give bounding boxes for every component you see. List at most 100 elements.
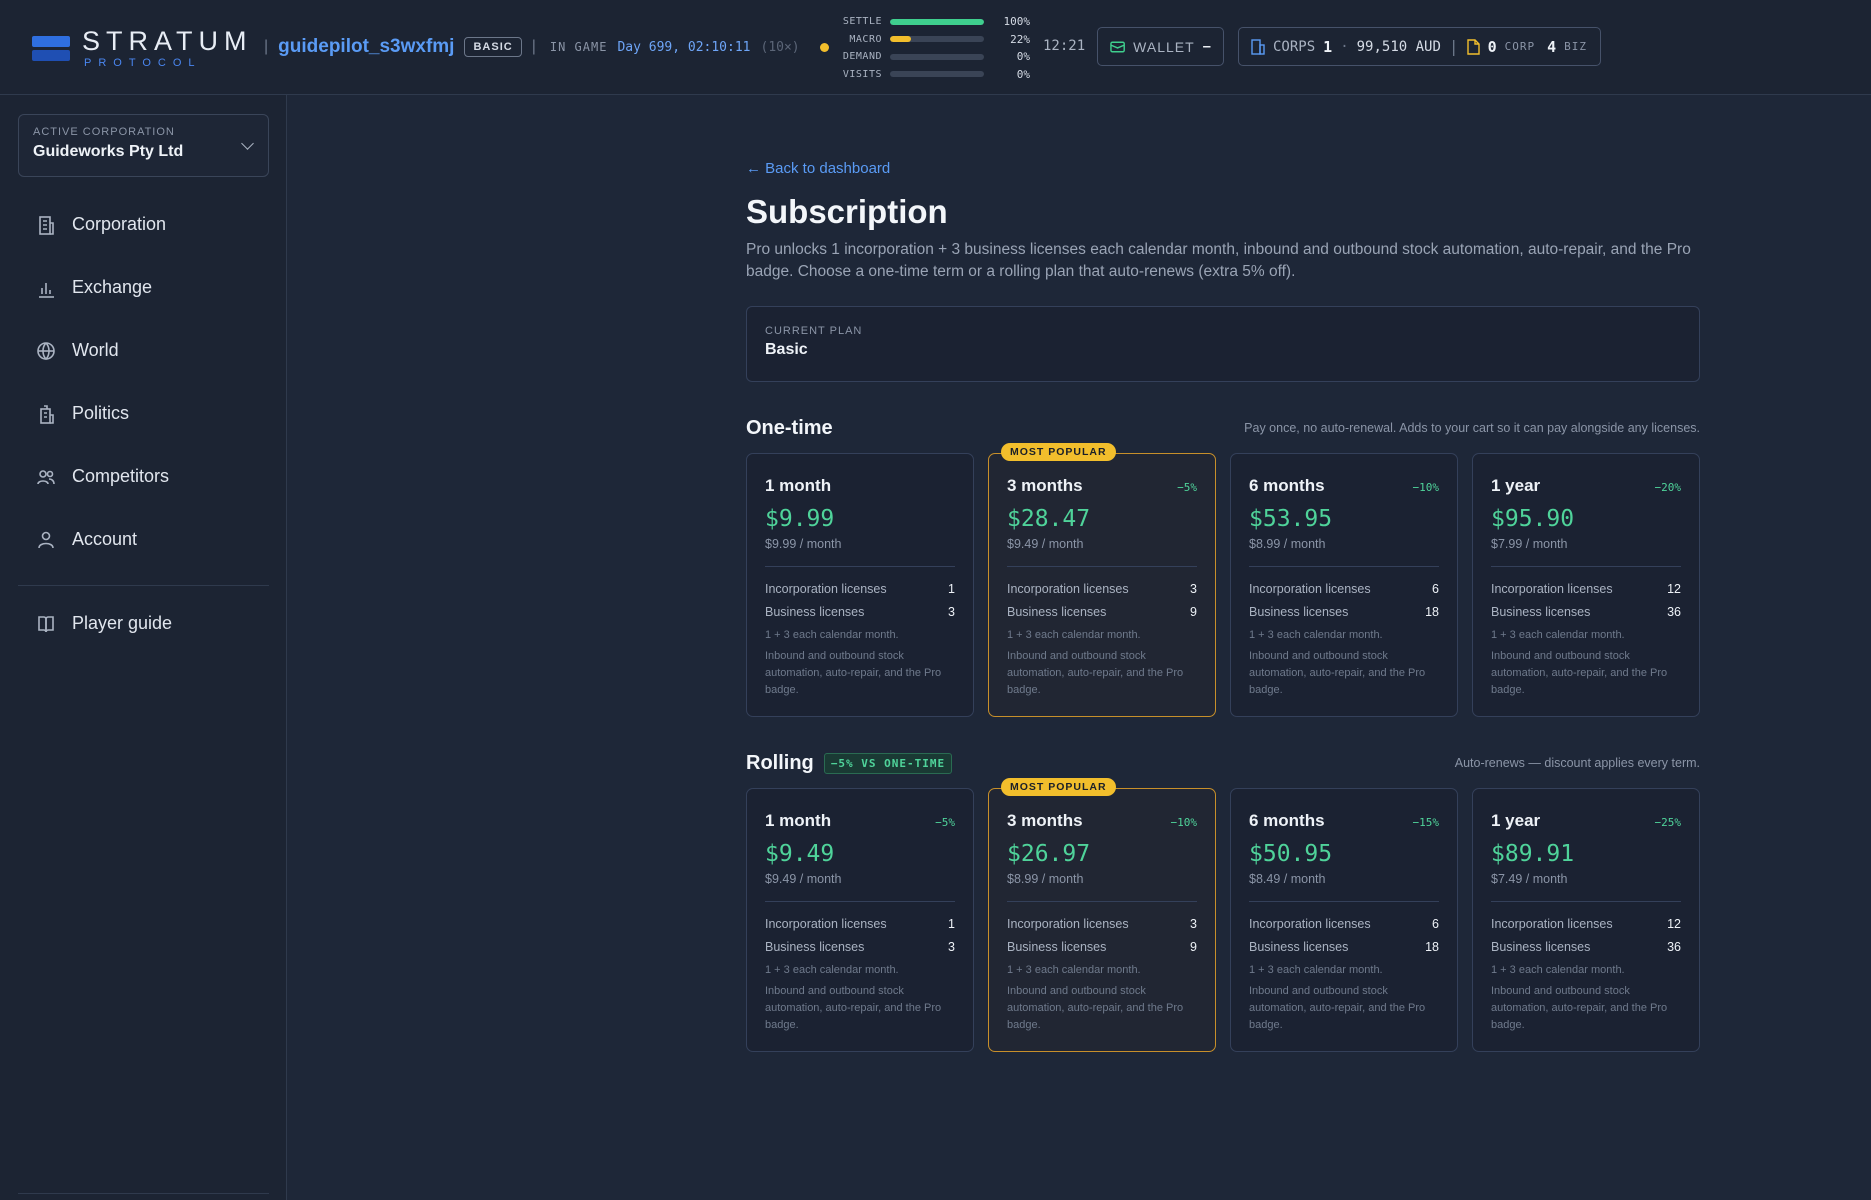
business-licenses-row: Business licenses 36 (1491, 935, 1681, 958)
divider: | (531, 38, 536, 55)
divider (1491, 901, 1681, 902)
plan-discount: −10% (1412, 481, 1440, 494)
business-licenses-row: Business licenses 36 (1491, 600, 1681, 623)
corp-unit: CORP (1504, 40, 1536, 53)
incorporation-licenses-label: Incorporation licenses (1491, 581, 1613, 596)
active-corporation-select[interactable]: ACTIVE CORPORATION Guideworks Pty Ltd (18, 114, 269, 177)
sidebar-item-politics[interactable]: Politics (18, 382, 269, 445)
plan-monthly-note: 1 + 3 each calendar month. (765, 964, 899, 976)
sidebar-item-label: Account (72, 529, 138, 549)
divider: | (1448, 37, 1459, 56)
government-icon (40, 404, 54, 424)
brand-sub: PROTOCOL (84, 57, 202, 69)
incorporation-licenses-label: Incorporation licenses (1249, 581, 1371, 596)
meter-value: 100% (1003, 15, 1031, 29)
username-link[interactable]: guidepilot_s3wxfmj (278, 36, 454, 58)
ingame-speed: (10×) (760, 39, 800, 55)
plan-card[interactable]: 1 year −20% $95.90 $7.99 / month Incorporati… (1472, 453, 1700, 717)
divider (1491, 566, 1681, 567)
sidebar-item-label: Politics (72, 403, 130, 423)
plan-price: $53.95 (1249, 506, 1333, 532)
page-description: Pro unlocks 1 incorporation + 3 business… (746, 241, 1691, 280)
one-time-section: One-time Pay once, no auto-renewal. Adds… (746, 413, 1700, 717)
business-licenses-row: Business licenses 9 (1007, 935, 1197, 958)
business-licenses-count: 36 (1667, 604, 1681, 619)
plan-features-note: Inbound and outbound stock automation, a… (1249, 650, 1426, 696)
meter-row: MACRO 22% (838, 31, 1034, 49)
incorporation-licenses-row: Incorporation licenses 6 (1249, 577, 1439, 600)
divider (765, 901, 955, 902)
rolling-section: Rolling −5% VS ONE-TIME Auto-renews — di… (746, 748, 1700, 1052)
plan-term: 3 months (1007, 476, 1083, 495)
plan-term: 1 year (1491, 811, 1541, 830)
plan-card[interactable]: 1 month −5% $9.49 $9.49 / month Incorporatio… (746, 788, 974, 1052)
meter-row: SETTLE 100% (838, 13, 1034, 31)
plan-term: 6 months (1249, 476, 1325, 495)
plan-features-note: Inbound and outbound stock automation, a… (1007, 650, 1184, 696)
top-bar: STRATUM PROTOCOL | guidepilot_s3wxfmj BA… (0, 0, 1871, 95)
current-plan-value: Basic (765, 341, 808, 358)
plan-price: $89.91 (1491, 841, 1575, 867)
incorporation-licenses-label: Incorporation licenses (1007, 916, 1129, 931)
sidebar-item-player-guide[interactable]: Player guide (18, 592, 269, 655)
incorporation-licenses-count: 12 (1667, 916, 1681, 931)
divider: | (264, 38, 269, 55)
page-title: Subscription (746, 193, 948, 230)
plan-card[interactable]: 6 months −10% $53.95 $8.99 / month Incorpora… (1230, 453, 1458, 717)
users-icon (37, 469, 55, 484)
meter-label: MACRO (849, 33, 882, 45)
incorporation-licenses-row: Incorporation licenses 12 (1491, 912, 1681, 935)
plan-features-note: Inbound and outbound stock automation, a… (765, 650, 942, 696)
corps-count: 1 (1323, 37, 1333, 56)
meters-panel: SETTLE 100% MACRO 22% DEMAND 0% VISITS 0% (838, 13, 1034, 83)
sidebar-item-corporation[interactable]: Corporation (18, 193, 269, 256)
incorporation-licenses-row: Incorporation licenses 1 (765, 577, 955, 600)
sidebar-item-account[interactable]: Account (18, 508, 269, 571)
plan-features-note: Inbound and outbound stock automation, a… (1249, 985, 1426, 1031)
business-licenses-label: Business licenses (1249, 604, 1349, 619)
business-licenses-label: Business licenses (1007, 604, 1107, 619)
logo-mark-icon (32, 35, 70, 62)
plan-per-month: $8.99 / month (1007, 872, 1084, 886)
logo[interactable]: STRATUM PROTOCOL (32, 28, 253, 69)
plan-monthly-note: 1 + 3 each calendar month. (1007, 964, 1141, 976)
plan-per-month: $9.49 / month (765, 872, 842, 886)
sidebar-item-exchange[interactable]: Exchange (18, 256, 269, 319)
ingame-label: IN GAME (549, 40, 608, 54)
plan-card[interactable]: MOST POPULAR 3 months −10% $26.97 $8.99 / mo… (988, 778, 1216, 1052)
business-licenses-label: Business licenses (765, 604, 865, 619)
divider (1007, 901, 1197, 902)
plan-discount: −5% (1177, 481, 1197, 494)
meter-value: 22% (1010, 32, 1030, 46)
incorporation-licenses-count: 3 (1190, 581, 1197, 596)
business-licenses-row: Business licenses 18 (1249, 935, 1439, 958)
plan-term: 6 months (1249, 811, 1325, 830)
business-licenses-count: 9 (1190, 939, 1197, 954)
plan-card[interactable]: MOST POPULAR 3 months −5% $28.47 $9.49 / mon… (988, 443, 1216, 717)
meter-track (890, 53, 984, 60)
plan-card[interactable]: 1 year −25% $89.91 $7.49 / month Incorporati… (1472, 788, 1700, 1052)
plan-card[interactable]: 6 months −15% $50.95 $8.49 / month Incorpora… (1230, 788, 1458, 1052)
most-popular-badge: MOST POPULAR (1001, 778, 1116, 796)
sidebar-item-competitors[interactable]: Competitors (18, 445, 269, 508)
plan-card[interactable]: 1 month $9.99 $9.99 / month Incorporation l… (746, 453, 974, 717)
sidebar-item-world[interactable]: World (18, 319, 269, 382)
current-plan-label: CURRENT PLAN (765, 325, 863, 337)
incorporation-licenses-label: Incorporation licenses (1491, 916, 1613, 931)
incorporation-licenses-label: Incorporation licenses (1007, 581, 1129, 596)
corps-button[interactable]: CORPS 1 · 99,510 AUD | 0 CORP 4 BIZ (1238, 27, 1601, 66)
globe-icon (37, 341, 55, 360)
dot-separator: · (1340, 38, 1349, 55)
wallet-button[interactable]: WALLET – (1097, 27, 1224, 66)
wallet-icon (1110, 41, 1125, 52)
document-icon (1466, 38, 1480, 55)
plan-per-month: $8.49 / month (1249, 872, 1326, 886)
ingame-day: Day 699, 02:10:11 (617, 39, 751, 55)
plan-monthly-note: 1 + 3 each calendar month. (1249, 964, 1383, 976)
business-licenses-label: Business licenses (1491, 939, 1591, 954)
back-to-dashboard-link[interactable]: ← Back to dashboard (746, 160, 1700, 177)
rolling-title: Rolling (746, 751, 814, 774)
plan-term: 3 months (1007, 811, 1083, 830)
incorporation-licenses-row: Incorporation licenses 6 (1249, 912, 1439, 935)
plan-monthly-note: 1 + 3 each calendar month. (1491, 629, 1625, 641)
